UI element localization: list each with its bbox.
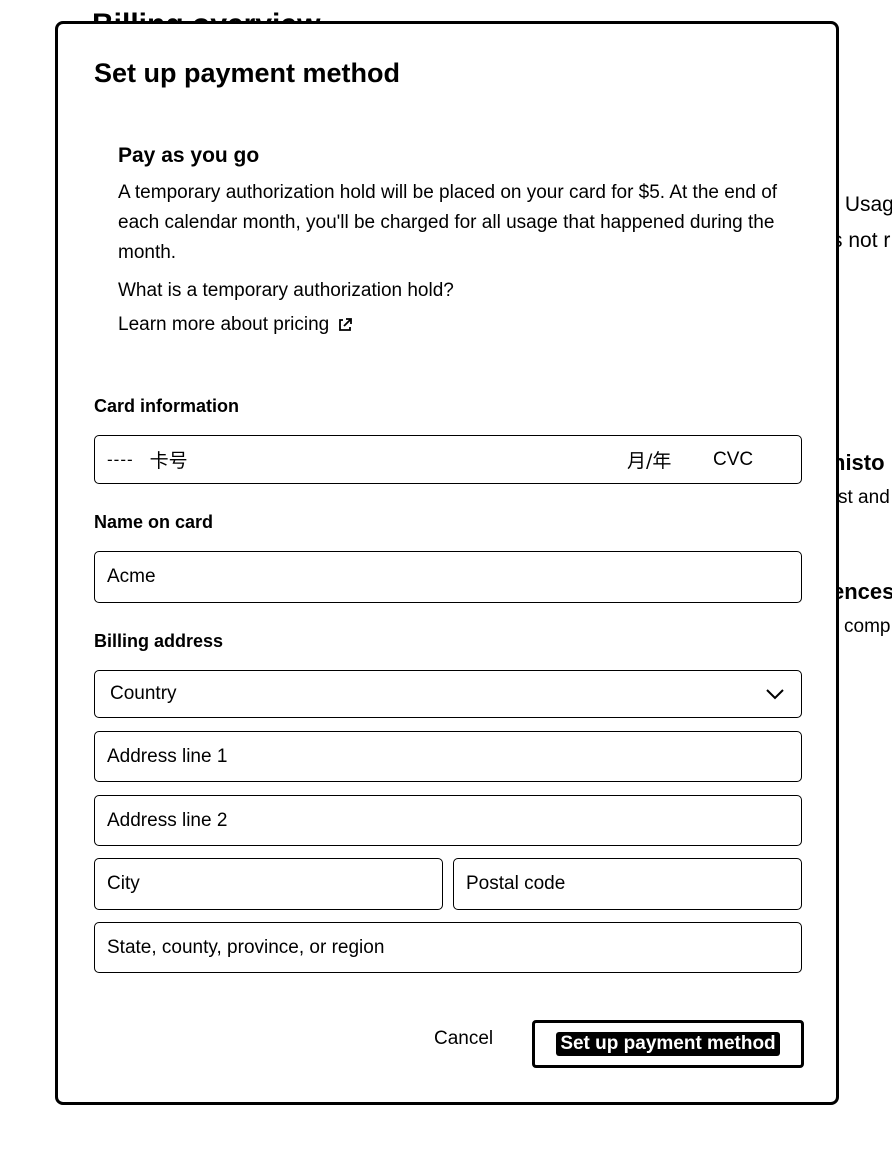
address-line-1-input[interactable]	[107, 745, 789, 768]
chevron-down-icon	[766, 689, 784, 700]
background-text-fragment: s not r	[832, 229, 891, 252]
payment-method-dialog: Set up payment method Pay as you go A te…	[55, 21, 839, 1105]
postal-code-input[interactable]	[466, 873, 789, 895]
state-region-field[interactable]	[94, 922, 802, 973]
city-input[interactable]	[107, 873, 430, 895]
pricing-link[interactable]: Learn more about pricing	[118, 314, 788, 336]
set-up-payment-method-button-label: Set up payment method	[556, 1032, 780, 1056]
name-on-card-field[interactable]	[94, 551, 802, 603]
info-title: Pay as you go	[118, 144, 260, 167]
address-line-2-field[interactable]	[94, 795, 802, 846]
card-number-input[interactable]: 卡号	[150, 446, 627, 473]
external-link-icon	[339, 318, 353, 331]
billing-address-label: Billing address	[94, 631, 224, 651]
set-up-payment-method-button[interactable]: Set up payment method	[532, 1020, 804, 1068]
name-on-card-label: Name on card	[94, 512, 214, 532]
card-brand-placeholder: ----	[107, 449, 134, 469]
background-text-fragment: st and	[838, 487, 890, 508]
country-select[interactable]: Country	[94, 670, 802, 718]
authorization-hold-question[interactable]: What is a temporary authorization hold?	[118, 280, 788, 302]
name-on-card-input[interactable]	[107, 566, 789, 588]
country-select-value: Country	[110, 683, 177, 704]
pay-as-you-go-info: Pay as you go A temporary authorization …	[118, 144, 788, 336]
dialog-title: Set up payment method	[94, 58, 401, 88]
background-text-fragment: comp	[844, 616, 891, 637]
address-line-1-field[interactable]	[94, 731, 802, 782]
card-information-label: Card information	[94, 396, 240, 416]
city-field[interactable]	[94, 858, 443, 910]
background-text-fragment: histo	[832, 450, 885, 475]
pricing-link-label[interactable]: Learn more about pricing	[118, 314, 329, 336]
background-text-fragment: r Usage	[832, 193, 892, 216]
background-text-fragment: ences	[832, 579, 892, 604]
card-information-field[interactable]: ---- 卡号 月/年 CVC	[94, 435, 802, 484]
card-cvc-input[interactable]: CVC	[713, 449, 783, 471]
card-expiry-input[interactable]: 月/年	[627, 446, 713, 473]
state-region-input[interactable]	[107, 936, 789, 959]
postal-code-field[interactable]	[453, 858, 802, 910]
cancel-button[interactable]: Cancel	[434, 1028, 493, 1050]
info-description: A temporary authorization hold will be p…	[118, 182, 778, 263]
address-line-2-input[interactable]	[107, 809, 789, 832]
